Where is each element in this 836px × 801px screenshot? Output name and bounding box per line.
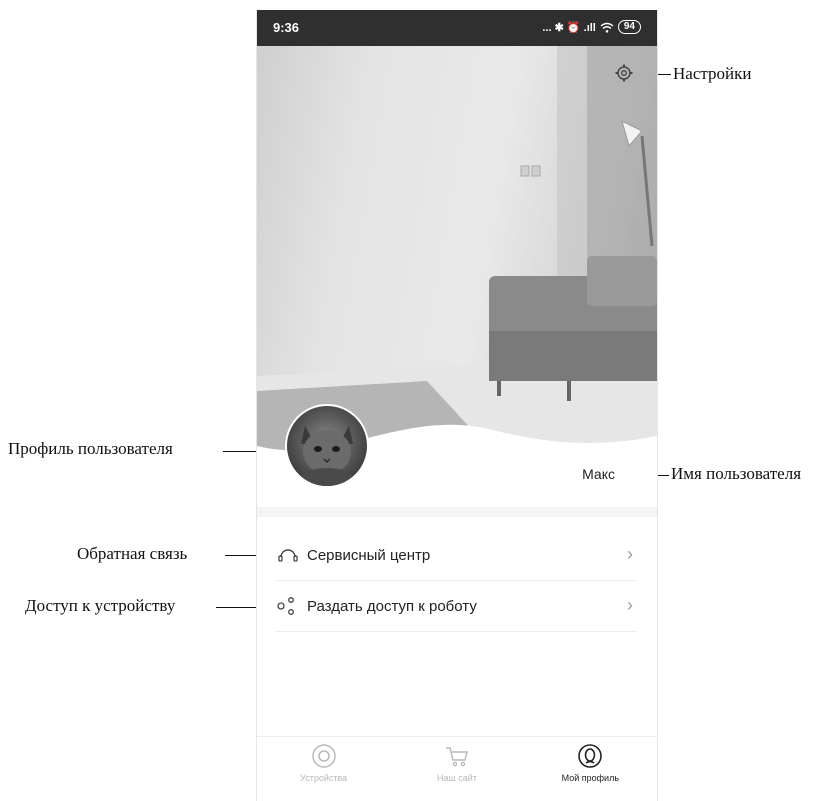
annotation-device-access: Доступ к устройству	[25, 596, 176, 615]
headset-icon	[278, 549, 298, 562]
wifi-icon	[600, 22, 614, 33]
tab-our-site[interactable]: Наш сайт	[390, 737, 523, 801]
annotation-user-profile: Профиль пользователя	[8, 439, 173, 458]
menu-item-label: Раздать доступ к роботу	[307, 597, 477, 615]
tab-label: Устройства	[300, 773, 348, 783]
menu-item-service-center[interactable]: Сервисный центр ›	[275, 530, 637, 581]
share-icon	[277, 597, 294, 615]
chevron-right-icon: ›	[627, 595, 633, 615]
avatar[interactable]	[287, 406, 367, 486]
annotation-user-name: Имя пользователя	[671, 464, 802, 483]
section-divider	[257, 507, 657, 517]
bottom-tab-bar: Устройства Наш сайт Мой профиль	[257, 736, 657, 801]
profile-icon	[578, 744, 603, 768]
annotation-settings: Настройки	[673, 64, 752, 83]
menu-item-label: Сервисный центр	[307, 546, 431, 564]
status-icons: ... ✱ ⏰ .ıll 94	[542, 20, 641, 34]
chevron-right-icon: ›	[627, 544, 633, 564]
menu-item-share-access[interactable]: Раздать доступ к роботу ›	[275, 581, 637, 632]
status-indicator-icons: ... ✱ ⏰ .ıll	[542, 21, 596, 34]
annotation-feedback: Обратная связь	[77, 544, 188, 563]
cat-photo	[301, 426, 353, 486]
tab-devices[interactable]: Устройства	[257, 737, 390, 801]
gear-icon[interactable]	[615, 64, 633, 82]
tab-my-profile[interactable]: Мой профиль	[524, 737, 657, 801]
cart-icon	[445, 747, 468, 767]
robot-icon	[311, 744, 336, 768]
battery-indicator: 94	[617, 20, 641, 34]
status-time: 9:36	[273, 20, 300, 35]
username: Макс	[582, 466, 615, 482]
status-bar: 9:36 ... ✱ ⏰ .ıll 94	[257, 10, 657, 46]
tab-label: Наш сайт	[437, 773, 477, 783]
phone-screen: 9:36 ... ✱ ⏰ .ıll 94 Макс Сервисный цент…	[256, 10, 658, 801]
tab-label: Мой профиль	[561, 773, 620, 783]
